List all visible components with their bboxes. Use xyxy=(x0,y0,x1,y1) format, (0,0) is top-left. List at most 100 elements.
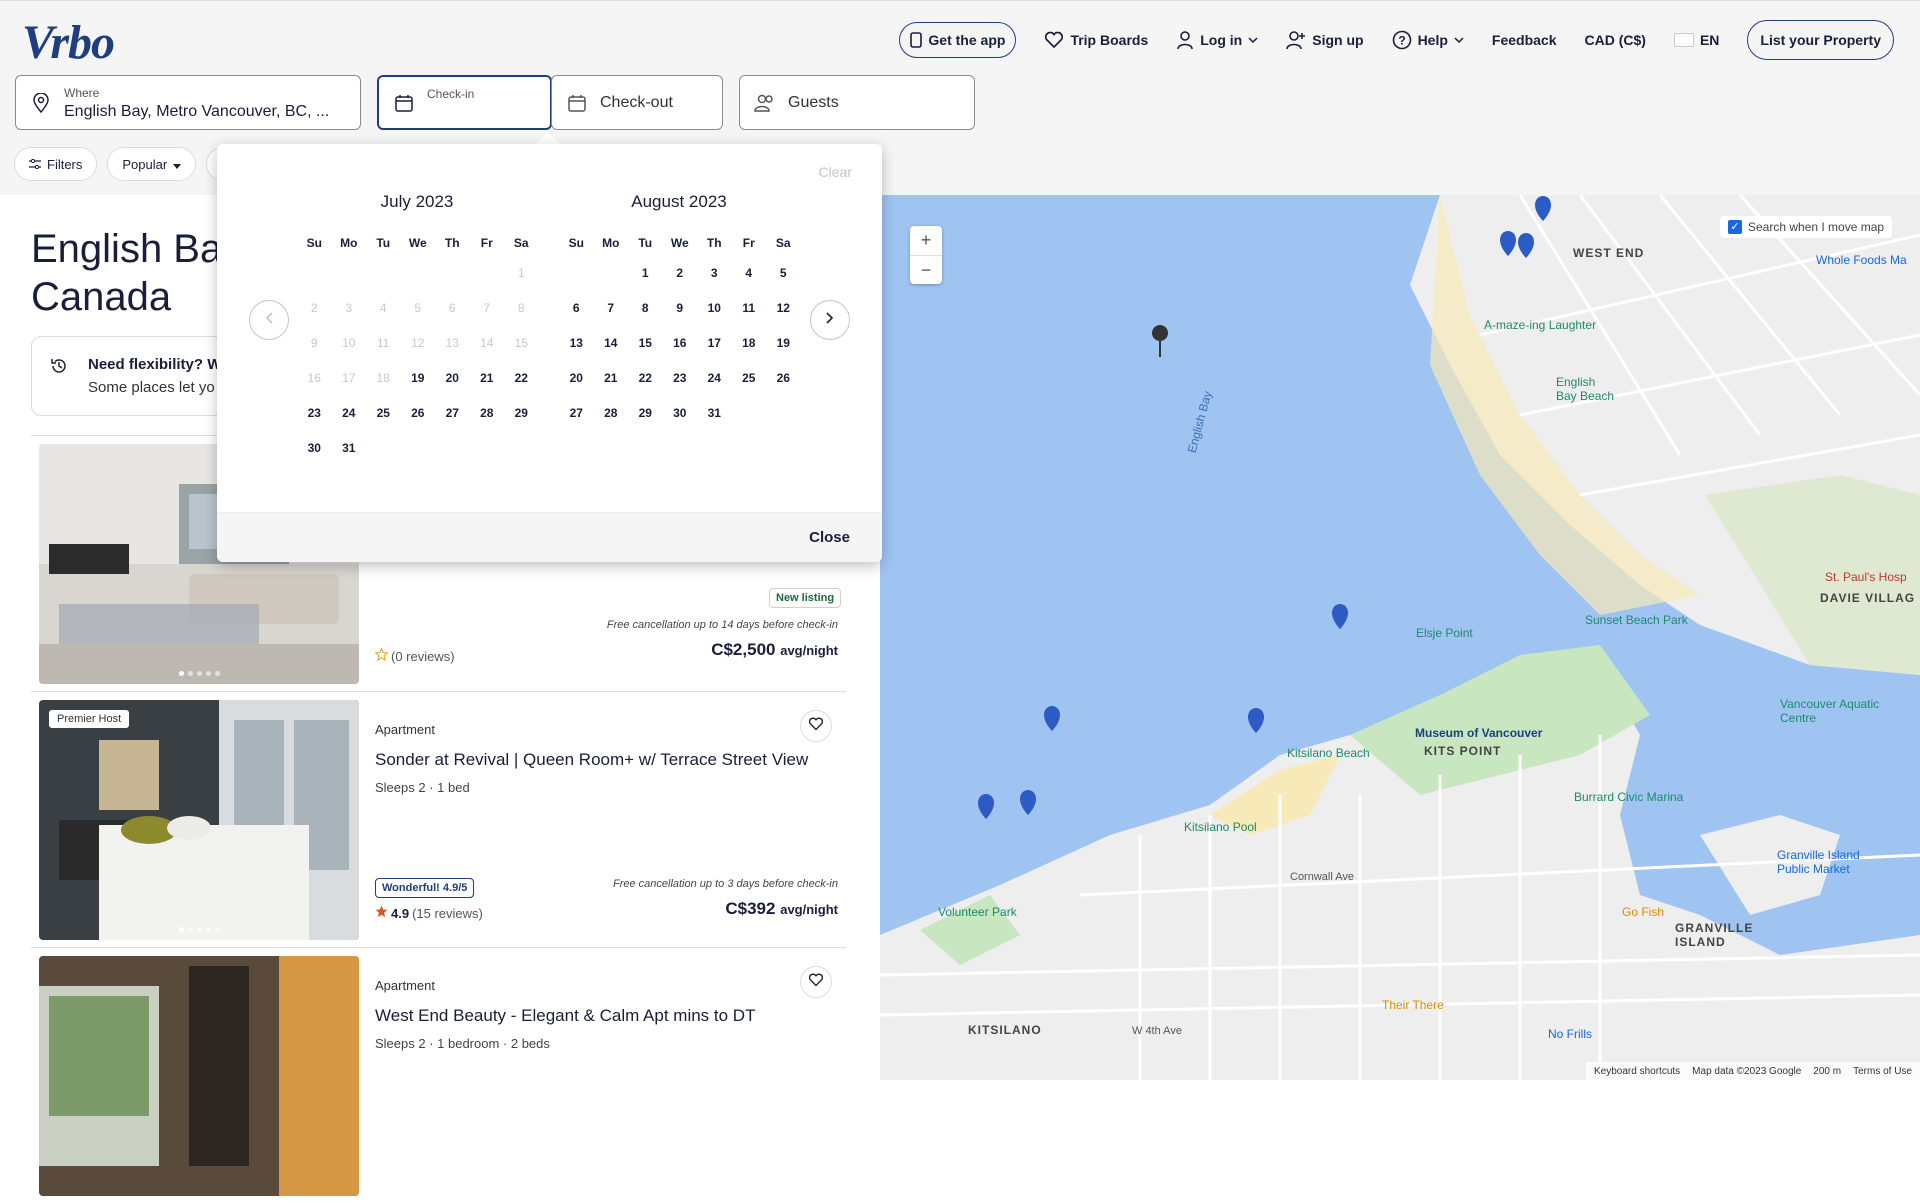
calendar-day[interactable]: 15 xyxy=(628,326,663,361)
phone-icon xyxy=(910,32,923,48)
flag-icon xyxy=(1673,33,1694,47)
calendar-day[interactable]: 13 xyxy=(559,326,594,361)
calendar-day[interactable]: 30 xyxy=(663,396,698,431)
listing-card[interactable]: Premier Host Apartment Sonder at Revival… xyxy=(31,691,846,947)
calendar-day[interactable]: 7 xyxy=(594,291,629,326)
zoom-in-button[interactable]: + xyxy=(910,226,942,255)
calendar-day[interactable]: 22 xyxy=(628,361,663,396)
map-label: W 4th Ave xyxy=(1132,1025,1182,1037)
calendar-day[interactable]: 21 xyxy=(594,361,629,396)
map-label: Whole Foods Ma xyxy=(1816,253,1907,267)
calendar-day[interactable]: 26 xyxy=(766,361,801,396)
calendar-day[interactable]: 30 xyxy=(297,431,332,466)
map-label: Their There xyxy=(1382,998,1444,1012)
calendar-day[interactable]: 28 xyxy=(470,396,505,431)
calendar-day[interactable]: 26 xyxy=(401,396,436,431)
close-calendar-button[interactable]: Close xyxy=(809,529,850,546)
listing-photo[interactable]: Premier Host xyxy=(39,700,359,940)
calendar-day[interactable]: 27 xyxy=(435,396,470,431)
save-to-trip-button[interactable] xyxy=(800,966,832,998)
calendar-day[interactable]: 3 xyxy=(697,256,732,291)
calendar-day[interactable]: 20 xyxy=(435,361,470,396)
photo-dots xyxy=(39,671,359,676)
feedback-link[interactable]: Feedback xyxy=(1492,32,1557,48)
list-property-button[interactable]: List your Property xyxy=(1747,20,1894,60)
filters-button[interactable]: Filters xyxy=(14,147,98,181)
calendar-day[interactable]: 17 xyxy=(697,326,732,361)
log-in-menu[interactable]: Log in xyxy=(1176,30,1258,50)
help-menu[interactable]: ? Help xyxy=(1392,30,1464,50)
calendar-day[interactable]: 12 xyxy=(766,291,801,326)
search-when-move-toggle[interactable]: ✓ Search when I move map xyxy=(1720,216,1893,238)
empty-cell xyxy=(297,256,332,291)
checkout-field[interactable]: Check-out xyxy=(551,75,723,130)
weekday-header: Th xyxy=(444,236,460,250)
calendar-day[interactable]: 27 xyxy=(559,396,594,431)
calendar-day[interactable]: 24 xyxy=(332,396,367,431)
calendar-day[interactable]: 28 xyxy=(594,396,629,431)
keyboard-shortcuts-link[interactable]: Keyboard shortcuts xyxy=(1594,1066,1680,1077)
calendar-day[interactable]: 29 xyxy=(504,396,539,431)
calendar-day[interactable]: 31 xyxy=(697,396,732,431)
weekday-header: Su xyxy=(306,236,322,250)
vrbo-logo[interactable]: Vrbo xyxy=(22,15,115,70)
calendar-day[interactable]: 21 xyxy=(470,361,505,396)
empty-cell xyxy=(366,256,401,291)
checkbox-checked-icon[interactable]: ✓ xyxy=(1728,220,1742,234)
calendar-day[interactable]: 5 xyxy=(766,256,801,291)
clear-dates-button[interactable]: Clear xyxy=(819,164,852,180)
calendar-day[interactable]: 24 xyxy=(697,361,732,396)
calendar-day[interactable]: 25 xyxy=(732,361,767,396)
calendar-day[interactable]: 10 xyxy=(697,291,732,326)
calendar-day[interactable]: 14 xyxy=(594,326,629,361)
listing-photo[interactable] xyxy=(39,956,359,1196)
calendar-day: 7 xyxy=(483,301,491,315)
checkin-field[interactable]: Check-in xyxy=(377,75,552,130)
calendar-day[interactable]: 6 xyxy=(559,291,594,326)
popular-sort-button[interactable]: Popular xyxy=(107,147,197,181)
calendar-day[interactable]: 19 xyxy=(766,326,801,361)
zoom-out-button[interactable]: − xyxy=(910,255,942,284)
calendar-day[interactable]: 22 xyxy=(504,361,539,396)
listing-title[interactable]: West End Beauty - Elegant & Calm Apt min… xyxy=(375,1006,755,1026)
map-attribution: Keyboard shortcuts Map data ©2023 Google… xyxy=(1586,1062,1920,1080)
calendar-day[interactable]: 2 xyxy=(663,256,698,291)
where-label: Where xyxy=(64,86,100,100)
sign-up-label: Sign up xyxy=(1312,32,1364,48)
get-app-button[interactable]: Get the app xyxy=(899,22,1017,58)
calendar-day[interactable]: 11 xyxy=(732,291,767,326)
calendar-day[interactable]: 20 xyxy=(559,361,594,396)
currency-selector[interactable]: CAD (C$) xyxy=(1585,32,1646,48)
calendar-day[interactable]: 4 xyxy=(732,256,767,291)
calendar-day[interactable]: 18 xyxy=(732,326,767,361)
empty-cell xyxy=(401,256,436,291)
map-label: Kitsilano Pool xyxy=(1184,820,1257,834)
calendar-day[interactable]: 23 xyxy=(663,361,698,396)
photo-dots xyxy=(39,927,359,932)
calendar-day[interactable]: 25 xyxy=(366,396,401,431)
calendar-day[interactable]: 29 xyxy=(628,396,663,431)
listing-title[interactable]: Sonder at Revival | Queen Room+ w/ Terra… xyxy=(375,750,808,770)
sign-up-link[interactable]: Sign up xyxy=(1286,30,1364,50)
calendar-day[interactable]: 1 xyxy=(628,256,663,291)
prev-month-button[interactable] xyxy=(249,300,289,340)
calendar-day[interactable]: 19 xyxy=(401,361,436,396)
listing-card[interactable]: Apartment West End Beauty - Elegant & Ca… xyxy=(31,947,846,1203)
location-pin-icon xyxy=(30,92,52,113)
calendar-day[interactable]: 31 xyxy=(332,431,367,466)
calendar-day[interactable]: 16 xyxy=(663,326,698,361)
where-field[interactable]: Where English Bay, Metro Vancouver, BC, … xyxy=(15,75,361,130)
calendar-footer: Close xyxy=(217,512,882,562)
popular-label: Popular xyxy=(122,156,168,172)
guests-field[interactable]: Guests xyxy=(739,75,975,130)
premier-host-badge: Premier Host xyxy=(49,710,130,728)
calendar-day[interactable]: 23 xyxy=(297,396,332,431)
trip-boards-link[interactable]: Trip Boards xyxy=(1044,31,1148,49)
calendar-day[interactable]: 8 xyxy=(628,291,663,326)
save-to-trip-button[interactable] xyxy=(800,710,832,742)
language-selector[interactable]: EN xyxy=(1673,32,1719,48)
terms-link[interactable]: Terms of Use xyxy=(1853,1066,1912,1077)
calendar-day[interactable]: 9 xyxy=(663,291,698,326)
next-month-button[interactable] xyxy=(810,300,850,340)
map[interactable]: + − ✓ Search when I move map English Bay… xyxy=(880,195,1920,1080)
